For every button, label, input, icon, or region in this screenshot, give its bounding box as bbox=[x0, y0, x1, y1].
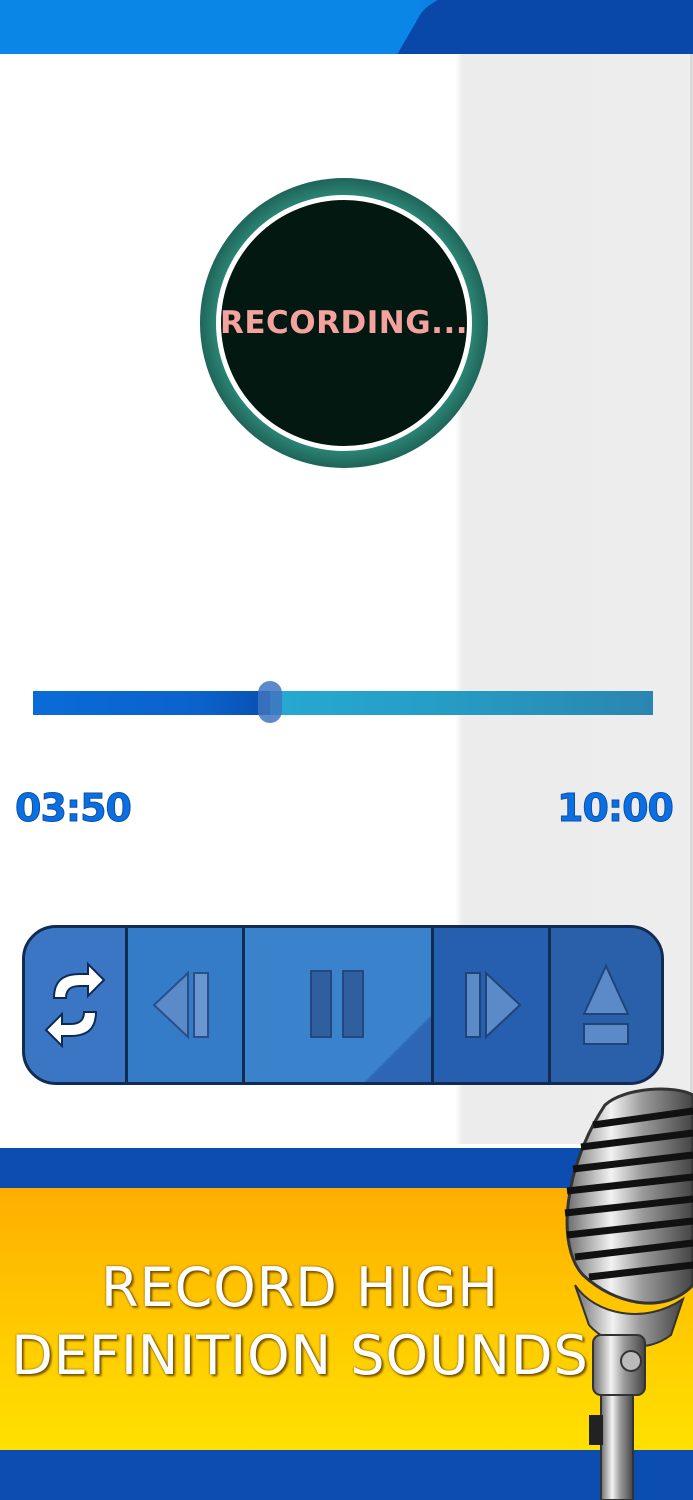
pause-icon bbox=[310, 970, 364, 1038]
total-time: 10:00 bbox=[557, 786, 675, 831]
previous-button[interactable] bbox=[128, 928, 245, 1082]
next-icon bbox=[465, 970, 522, 1040]
next-button[interactable] bbox=[434, 928, 551, 1082]
elapsed-time: 03:50 bbox=[15, 786, 133, 831]
eject-button[interactable] bbox=[551, 928, 661, 1082]
record-button-inner: RECORDING... bbox=[216, 195, 472, 451]
previous-icon bbox=[152, 970, 209, 1040]
progress-slider[interactable] bbox=[33, 681, 653, 723]
top-bar-swoosh bbox=[394, 0, 693, 54]
progress-fill bbox=[33, 691, 271, 715]
record-button[interactable]: RECORDING... bbox=[200, 178, 488, 468]
top-bar bbox=[0, 0, 693, 54]
repeat-icon bbox=[44, 961, 106, 1049]
repeat-button[interactable] bbox=[25, 928, 128, 1082]
playback-controls bbox=[22, 925, 664, 1085]
recording-status: RECORDING... bbox=[220, 305, 469, 341]
promo-line-1: RECORD HIGH bbox=[100, 1256, 500, 1319]
pause-button[interactable] bbox=[245, 928, 434, 1082]
progress-thumb[interactable] bbox=[258, 681, 283, 723]
microphone-icon bbox=[564, 1087, 693, 1500]
eject-icon bbox=[582, 963, 630, 1045]
promo-line-2: DEFINITION SOUNDS bbox=[11, 1324, 589, 1387]
